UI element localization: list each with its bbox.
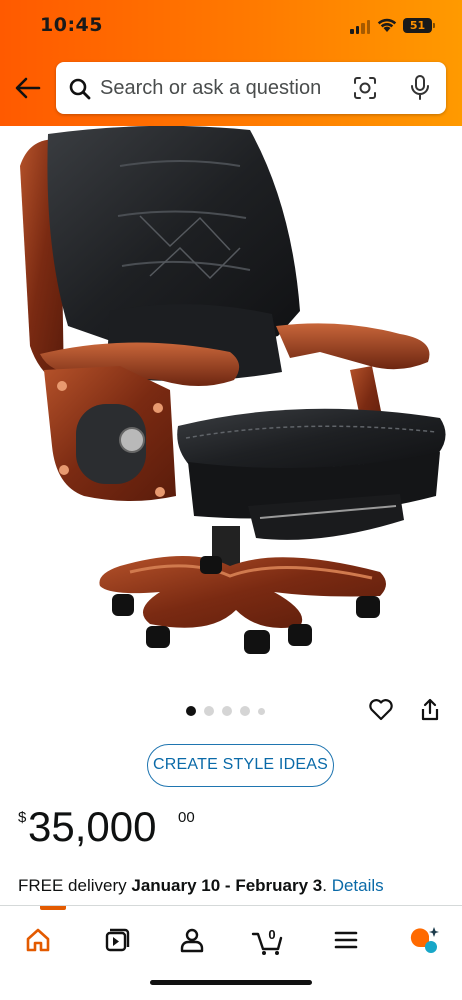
carousel-dot-1[interactable] xyxy=(186,706,196,716)
account-icon[interactable] xyxy=(174,922,210,958)
video-icon[interactable] xyxy=(98,922,134,958)
search-input[interactable] xyxy=(100,70,350,106)
delivery-info: FREE delivery January 10 - February 3. D… xyxy=(18,876,384,896)
carousel-dot-2[interactable] xyxy=(204,706,214,716)
microphone-icon[interactable] xyxy=(408,74,432,102)
home-icon[interactable] xyxy=(20,922,56,958)
camera-lens-icon[interactable] xyxy=(352,75,378,101)
cart-icon[interactable]: 0 xyxy=(250,922,286,958)
carousel-dot-4[interactable] xyxy=(240,706,250,716)
carousel-dot-3[interactable] xyxy=(222,706,232,716)
search-icon xyxy=(69,78,91,100)
active-tab-indicator xyxy=(40,906,66,910)
menu-icon[interactable] xyxy=(328,922,364,958)
clock: 10:45 xyxy=(40,14,103,36)
delivery-details-link[interactable]: Details xyxy=(332,876,384,895)
wifi-icon xyxy=(377,18,397,32)
delivery-dates: January 10 - February 3 xyxy=(131,876,323,895)
back-arrow-icon[interactable] xyxy=(12,72,44,104)
carousel-dot-5[interactable] xyxy=(258,707,265,715)
cart-count: 0 xyxy=(268,927,275,942)
share-icon[interactable] xyxy=(418,697,442,723)
create-style-ideas-button[interactable]: CREATE STYLE IDEAS xyxy=(147,744,334,787)
product-image[interactable] xyxy=(0,126,462,686)
signal-icon xyxy=(350,20,372,34)
price-whole: 35,000 xyxy=(28,803,157,850)
home-indicator xyxy=(150,980,312,985)
price-currency: $ xyxy=(18,809,27,826)
delivery-suffix: . xyxy=(322,876,332,895)
image-carousel-indicator[interactable] xyxy=(186,705,265,717)
rufus-icon[interactable] xyxy=(406,922,442,958)
battery-icon: 51 xyxy=(403,18,435,33)
status-bar: 10:45 51 xyxy=(0,0,462,50)
bottom-navigation: 0 xyxy=(0,905,462,1000)
header: 10:45 51 xyxy=(0,0,462,126)
delivery-prefix: FREE delivery xyxy=(18,876,132,895)
heart-icon[interactable] xyxy=(368,698,394,722)
price-fraction: 00 xyxy=(178,809,195,826)
search-bar[interactable] xyxy=(56,62,446,114)
